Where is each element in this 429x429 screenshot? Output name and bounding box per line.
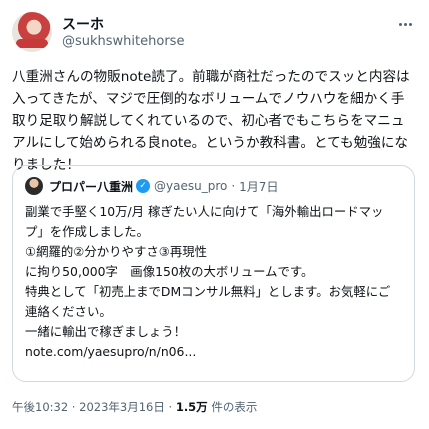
author-name[interactable]: スーホ — [62, 14, 104, 34]
tweet-date[interactable]: 2023年3月16日 — [79, 400, 165, 414]
quoted-tweet-text: 副業で手堅く10万/月 稼ぎたい人に向けて「海外輸出ロードマップ」を作成しました… — [25, 204, 391, 359]
views-label: 件の表示 — [207, 400, 258, 414]
avatar[interactable] — [12, 12, 52, 52]
tweet-header: スーホ @sukhswhitehorse — [12, 10, 417, 66]
meta-separator: · — [68, 400, 80, 414]
quoted-tweet[interactable]: プロパー八重洲 ✓ @yaesu_pro · 1月7日 副業で手堅く10万/月 … — [12, 165, 415, 382]
tweet: スーホ @sukhswhitehorse 八重洲さんの物販note読了。前職が商… — [0, 0, 429, 429]
quoted-tweet-header: プロパー八重洲 ✓ @yaesu_pro · 1月7日 — [25, 176, 402, 196]
tweet-time[interactable]: 午後10:32 — [12, 400, 68, 414]
more-options-icon[interactable] — [395, 14, 415, 34]
tweet-text: 八重洲さんの物販note読了。前職が商社だったのでスッと内容は入ってきたが、マジ… — [12, 69, 410, 173]
quoted-separator: · — [231, 179, 236, 193]
quoted-avatar[interactable] — [25, 177, 43, 195]
views-count: 1.5万 — [175, 400, 208, 414]
meta-separator: · — [164, 400, 176, 414]
tweet-meta: 午後10:32 · 2023年3月16日 · 1.5万 件の表示 — [12, 399, 257, 415]
quoted-author-handle[interactable]: @yaesu_pro — [154, 179, 227, 193]
quoted-author-name[interactable]: プロパー八重洲 — [49, 178, 133, 195]
verified-badge-icon: ✓ — [136, 179, 151, 193]
quoted-date[interactable]: 1月7日 — [239, 178, 278, 195]
author-handle[interactable]: @sukhswhitehorse — [62, 34, 184, 49]
